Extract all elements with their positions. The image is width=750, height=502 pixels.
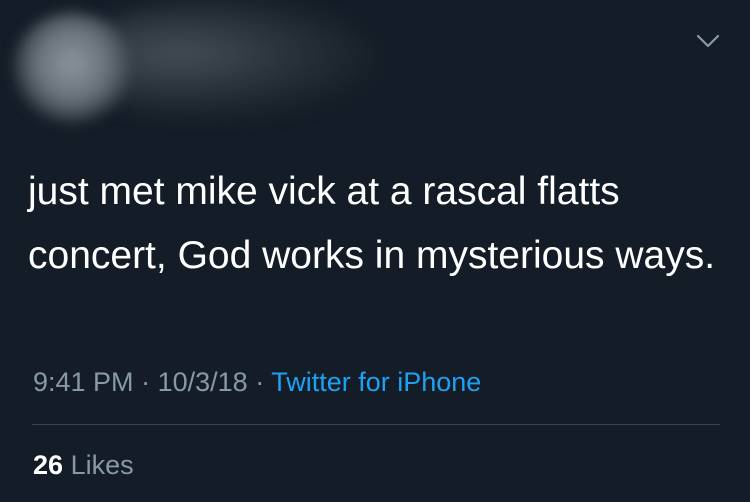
tweet-source-link[interactable]: Twitter for iPhone xyxy=(271,367,481,397)
likes-stat[interactable]: 26 Likes xyxy=(33,445,134,485)
chevron-down-icon[interactable] xyxy=(695,30,721,52)
tweet-time: 9:41 PM xyxy=(33,367,134,397)
tweet-detail: just met mike vick at a rascal flatts co… xyxy=(0,0,750,502)
meta-separator: · xyxy=(255,367,265,397)
avatar[interactable] xyxy=(12,12,132,127)
tweet-author-header[interactable] xyxy=(0,0,750,140)
divider xyxy=(32,424,720,425)
tweet-metadata: 9:41 PM · 10/3/18 · Twitter for iPhone xyxy=(33,362,481,402)
likes-count: 26 xyxy=(33,450,64,480)
tweet-date: 10/3/18 xyxy=(157,367,248,397)
tweet-text: just met mike vick at a rascal flatts co… xyxy=(28,170,716,277)
likes-label: Likes xyxy=(70,450,134,480)
meta-separator: · xyxy=(141,367,151,397)
